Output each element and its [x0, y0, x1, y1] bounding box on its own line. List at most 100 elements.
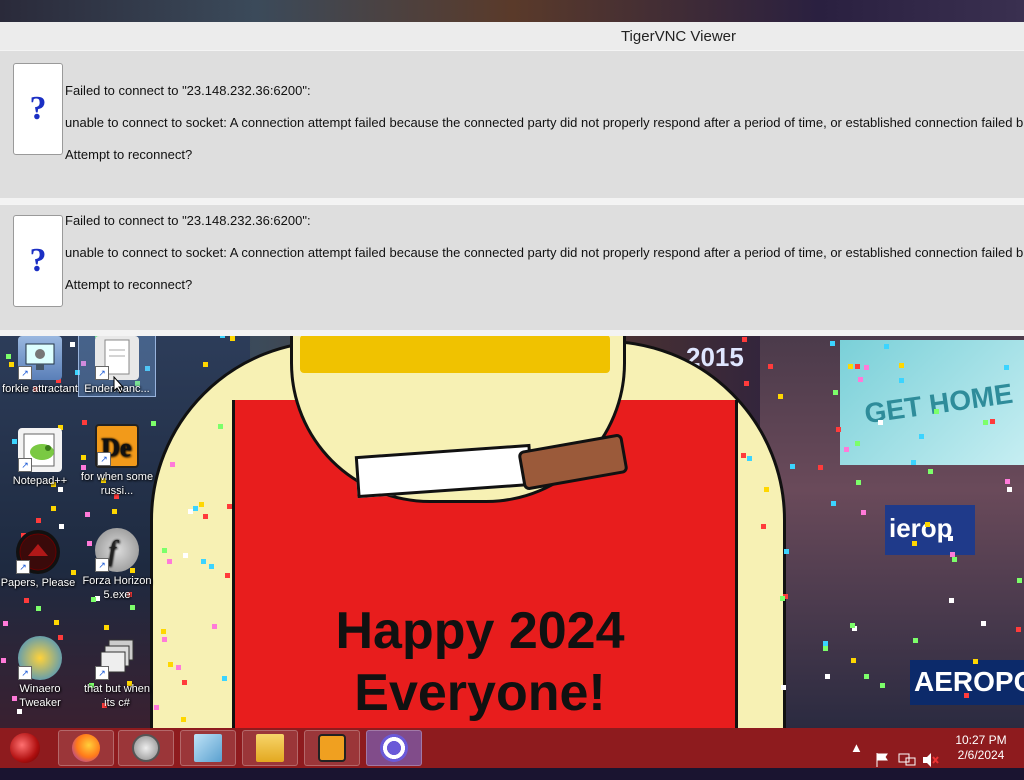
taskbar-settings[interactable]	[366, 730, 422, 766]
desktop-icon-label: Notepad++	[12, 475, 68, 487]
confetti-piece	[822, 645, 828, 651]
desktop-icon-de[interactable]: De ↗ for when some russi...	[79, 424, 155, 498]
confetti-piece	[913, 638, 919, 644]
confetti-piece	[863, 364, 869, 370]
confetti-piece	[983, 419, 989, 425]
tray-show-hidden-chevron[interactable]: ▲	[850, 740, 863, 780]
dialog-bottom-edge	[0, 330, 1024, 336]
confetti-piece	[182, 679, 188, 685]
desktop-icon-label: forkie attractant	[2, 383, 78, 395]
confetti-piece	[746, 456, 752, 462]
confetti-piece	[51, 505, 57, 511]
confetti-piece	[911, 540, 917, 546]
dialog-message-line2: unable to connect to socket: A connectio…	[65, 115, 1024, 130]
dialog-message-line1: Failed to connect to "23.148.232.36:6200…	[65, 213, 311, 228]
confetti-piece	[925, 521, 931, 527]
face-app-icon	[318, 734, 346, 762]
confetti-piece	[963, 692, 969, 698]
question-icon: ?	[13, 63, 63, 155]
confetti-piece	[740, 453, 746, 459]
confetti-piece	[952, 557, 958, 563]
confetti-piece	[764, 487, 770, 493]
wallpaper-greeting-line2: Everyone!	[354, 664, 606, 722]
confetti-piece	[832, 389, 838, 395]
confetti-piece	[225, 572, 231, 578]
confetti-piece	[169, 461, 175, 467]
notebook-icon	[194, 734, 222, 762]
desktop-icon-forza[interactable]: f ↗ Forza Horizon 5.exe	[79, 528, 155, 602]
network-icon[interactable]	[898, 740, 916, 780]
confetti-piece	[104, 625, 110, 631]
confetti-piece	[192, 505, 198, 511]
confetti-piece	[54, 619, 60, 625]
connection-error-dialog-1: ? Failed to connect to "23.148.232.36:62…	[0, 50, 1024, 199]
confetti-piece	[858, 376, 864, 382]
firefox-icon	[72, 734, 100, 762]
confetti-piece	[934, 408, 940, 414]
desktop-icon-notepadpp[interactable]: ↗ Notepad++	[2, 428, 78, 488]
taskbar-clock[interactable]: 10:27 PM 2/6/2024	[946, 733, 1016, 763]
confetti-piece	[910, 460, 916, 466]
confetti-piece	[850, 657, 856, 663]
desktop-icon-winaero[interactable]: ↗ Winaero Tweaker	[2, 636, 78, 710]
desktop-icon-label: that but when its c#	[83, 683, 151, 709]
dialog-message-line1: Failed to connect to "23.148.232.36:6200…	[65, 83, 311, 98]
confetti-piece	[948, 535, 954, 541]
confetti-piece	[161, 628, 167, 634]
wallpaper-aero-sign: AEROPOS	[910, 660, 1024, 705]
confetti-piece	[112, 508, 118, 514]
vnc-window-titlebar[interactable]: TigerVNC Viewer	[0, 22, 1024, 51]
taskbar-face-app[interactable]	[304, 730, 360, 766]
confetti-piece	[784, 548, 790, 554]
confetti-piece	[198, 502, 204, 508]
confetti-piece	[200, 559, 206, 565]
clock-time: 10:27 PM	[955, 733, 1007, 747]
dialog-message-line3: Attempt to reconnect?	[65, 147, 193, 162]
confetti-piece	[36, 518, 41, 524]
confetti-piece	[990, 419, 996, 425]
desktop-icon-label: Winaero Tweaker	[19, 683, 61, 709]
confetti-piece	[222, 675, 228, 681]
taskbar-notebook[interactable]	[180, 730, 236, 766]
start-button[interactable]	[8, 732, 42, 764]
desktop-icon-label: Papers, Please	[0, 577, 76, 589]
confetti-piece	[166, 559, 172, 565]
confetti-piece	[761, 524, 767, 530]
confetti-piece	[899, 363, 905, 369]
confetti-piece	[836, 426, 842, 432]
taskbar-file-explorer[interactable]	[242, 730, 298, 766]
notepad-icon: ↗	[18, 428, 62, 472]
taskbar-compass[interactable]	[118, 730, 174, 766]
volume-muted-icon[interactable]	[922, 740, 940, 780]
desktop-icon-forkie[interactable]: ↗ forkie attractant	[2, 336, 78, 396]
taskbar: ▲ 10:27 PM 2/6/2024	[0, 728, 1024, 768]
start-orb-icon	[10, 733, 40, 763]
confetti-piece	[744, 380, 750, 386]
confetti-piece	[181, 716, 187, 722]
confetti-piece	[928, 469, 934, 475]
flash-icon: f ↗	[95, 528, 139, 572]
de-icon: De ↗	[95, 424, 139, 468]
monitor-gear-icon: ↗	[18, 336, 62, 380]
flag-icon[interactable]	[874, 740, 890, 780]
confetti-piece	[742, 337, 748, 343]
confetti-piece	[1005, 479, 1011, 485]
confetti-piece	[864, 674, 870, 680]
confetti-piece	[949, 597, 955, 603]
confetti-piece	[843, 446, 849, 452]
confetti-piece	[879, 683, 885, 689]
confetti-piece	[183, 553, 189, 559]
confetti-piece	[849, 622, 855, 628]
confetti-piece	[176, 664, 182, 670]
clock-date: 2/6/2024	[957, 748, 1005, 762]
desktop-icon-papers-please[interactable]: ↗ Papers, Please	[0, 530, 76, 590]
wallpaper-greeting-line1: Happy 2024	[335, 602, 625, 660]
confetti-piece	[780, 595, 786, 601]
confetti-piece	[35, 605, 41, 611]
confetti-piece	[203, 513, 209, 519]
confetti-piece	[226, 503, 232, 509]
confetti-piece	[884, 343, 890, 349]
taskbar-firefox[interactable]	[58, 730, 114, 766]
desktop-icon-csharp[interactable]: ↗ that but when its c#	[79, 636, 155, 710]
confetti-piece	[980, 621, 986, 627]
